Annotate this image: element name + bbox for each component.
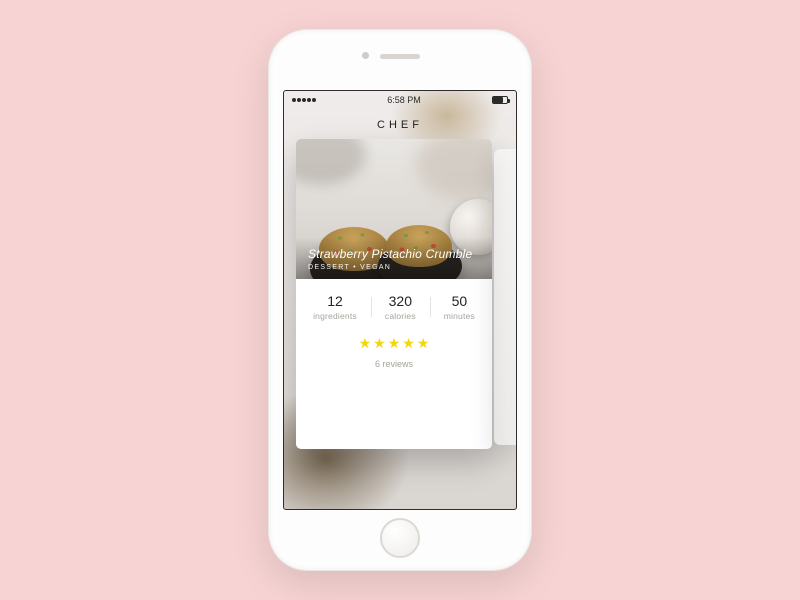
signal-strength-icon [292,98,316,102]
stat-value: 12 [313,293,357,309]
home-button[interactable] [380,518,420,558]
speaker-grille [380,54,420,59]
stat-minutes: 50 minutes [430,293,489,321]
stat-value: 50 [444,293,475,309]
recipe-card[interactable]: Strawberry Pistachio Crumble DESSERT • V… [296,139,492,449]
recipe-stats-row: 12 ingredients 320 calories 50 minutes [296,279,492,331]
star-icon: ★ [388,336,401,350]
front-camera [362,52,369,59]
recipe-photo: Strawberry Pistachio Crumble DESSERT • V… [296,139,492,279]
stat-value: 320 [385,293,416,309]
recipe-title: Strawberry Pistachio Crumble [308,247,480,261]
status-bar: 6:58 PM [284,91,516,109]
status-time: 6:58 PM [387,95,421,105]
star-rating[interactable]: ★ ★ ★ ★ ★ [359,336,430,350]
stat-label: calories [385,311,416,321]
stat-label: ingredients [313,311,357,321]
star-icon: ★ [402,336,415,350]
star-icon: ★ [359,336,372,350]
stat-label: minutes [444,311,475,321]
rating-section: ★ ★ ★ ★ ★ 6 reviews [296,331,492,371]
phone-device-frame: 6:58 PM CHEF Strawberry Pistachio Crumbl… [269,30,531,570]
battery-icon [492,96,508,104]
app-screen: 6:58 PM CHEF Strawberry Pistachio Crumbl… [283,90,517,510]
recipe-tags: DESSERT • VEGAN [308,264,480,271]
photo-overlay: Strawberry Pistachio Crumble DESSERT • V… [296,237,492,279]
app-title: CHEF [284,109,516,139]
reviews-count[interactable]: 6 reviews [296,359,492,369]
stat-ingredients: 12 ingredients [299,293,371,321]
star-icon: ★ [373,336,386,350]
status-right [492,96,508,104]
star-icon: ★ [417,336,430,350]
stat-calories: 320 calories [371,293,430,321]
